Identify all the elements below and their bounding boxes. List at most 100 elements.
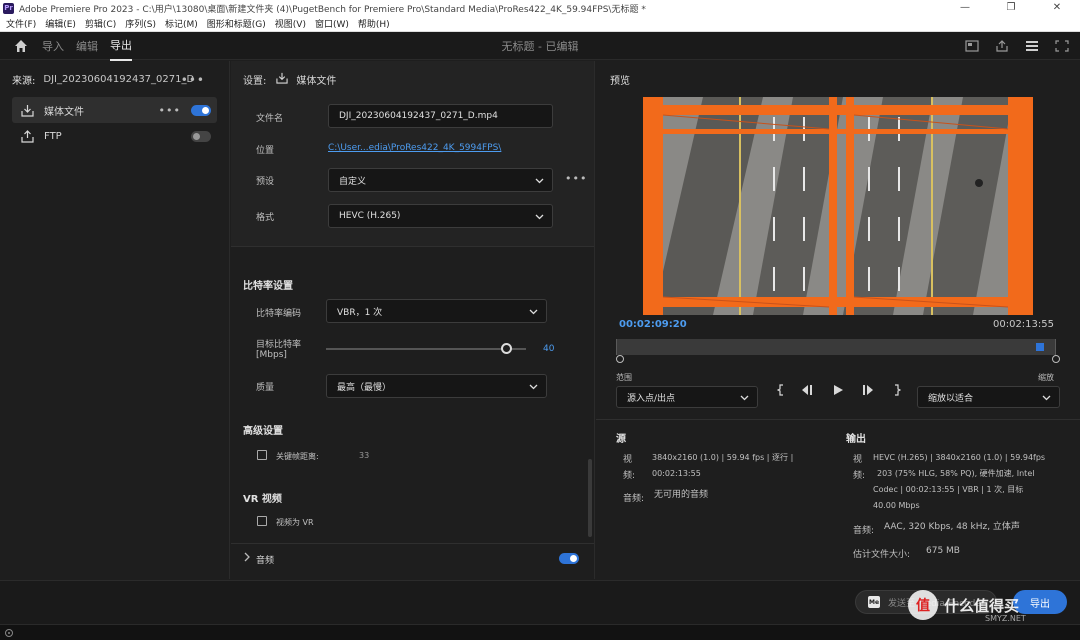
output-video-line-1: HEVC (H.265) | 3840x2160 (1.0) | 59.94fp… [873, 453, 1046, 462]
share-icon[interactable] [994, 38, 1010, 54]
dest-item-label: 媒体文件 [44, 106, 84, 118]
settings-basic-section: 设置: 媒体文件 文件名 DJI_20230604192437_0271_D.m… [231, 61, 594, 247]
out-point-handle[interactable] [1052, 355, 1060, 363]
minimize-button[interactable]: — [942, 0, 988, 16]
source-video-line-1: 3840x2160 (1.0) | 59.94 fps | 逐行 | [652, 453, 794, 462]
output-audio-value: AAC, 320 Kbps, 48 kHz, 立体声 [884, 522, 1020, 532]
destinations-panel: 来源: DJI_20230604192437_0271_D ••• 媒体文件 •… [0, 61, 230, 579]
audio-section-row[interactable]: 音频 [231, 543, 594, 573]
menu-clip[interactable]: 剪辑(C) [85, 17, 116, 30]
close-button[interactable]: ✕ [1034, 0, 1080, 16]
workspaces-icon[interactable] [1024, 38, 1040, 54]
menu-graphics[interactable]: 图形和标题(G) [207, 17, 266, 30]
tab-import[interactable]: 导入 [42, 32, 64, 60]
quick-export-icon[interactable] [964, 38, 980, 54]
step-back-icon[interactable] [800, 382, 816, 398]
current-timecode[interactable]: 00:02:09:20 [619, 319, 687, 330]
media-encoder-icon: Me [868, 596, 880, 608]
menu-file[interactable]: 文件(F) [6, 17, 36, 30]
home-icon[interactable] [14, 39, 28, 53]
keyframe-distance-checkbox[interactable] [257, 450, 267, 460]
format-label: 格式 [256, 213, 275, 223]
step-forward-icon[interactable] [859, 382, 875, 398]
bridge-aerial-image [643, 97, 1033, 315]
menu-window[interactable]: 窗口(W) [315, 17, 349, 30]
video-as-vr-checkbox[interactable] [257, 516, 267, 526]
format-select[interactable]: HEVC (H.265) [328, 204, 553, 228]
playhead[interactable] [1036, 343, 1044, 351]
filename-field[interactable]: DJI_20230604192437_0271_D.mp4 [328, 104, 553, 128]
audio-toggle[interactable] [559, 553, 579, 564]
menu-markers[interactable]: 标记(M) [165, 17, 198, 30]
toggle-knob [202, 106, 209, 114]
chevron-down-icon [740, 393, 749, 405]
settings-scrollbar[interactable] [588, 459, 592, 537]
bitrate-encoding-select[interactable]: VBR，1 次 [326, 299, 547, 323]
source-file: DJI_20230604192437_0271_D [43, 73, 195, 85]
download-icon [276, 72, 289, 87]
audio-section-label: 音频 [256, 556, 275, 566]
preset-value: 自定义 [339, 176, 367, 187]
dest-more-button[interactable]: ••• [159, 104, 181, 117]
location-label: 位置 [256, 146, 275, 156]
range-select[interactable]: 源入点/出点 [616, 386, 758, 408]
output-audio-key: 音频: [853, 526, 875, 536]
ftp-toggle[interactable] [191, 130, 211, 142]
fullscreen-icon[interactable] [1054, 38, 1070, 54]
location-link[interactable]: C:\User...edia\ProRes422_4K_5994FPS\ [328, 143, 501, 153]
keyframe-distance-value[interactable]: 33 [359, 451, 369, 460]
quality-value: 最高（最慢） [337, 382, 392, 393]
preview-video [643, 97, 1033, 315]
play-icon[interactable] [830, 382, 846, 398]
mark-in-icon[interactable] [773, 382, 789, 398]
menu-help[interactable]: 帮助(H) [358, 17, 390, 30]
header-actions [964, 38, 1070, 54]
output-summary-title: 输出 [846, 434, 866, 445]
source-audio-key: 音频: [623, 494, 645, 504]
target-bitrate-slider[interactable] [326, 348, 526, 350]
title-bar: Pr Adobe Premiere Pro 2023 - C:\用户\13080… [0, 0, 1080, 16]
window-title: Adobe Premiere Pro 2023 - C:\用户\13080\桌面… [19, 4, 646, 15]
bitrate-encoding-label: 比特率编码 [256, 309, 302, 319]
media-file-toggle[interactable] [191, 104, 211, 116]
download-icon [20, 103, 34, 117]
quality-select[interactable]: 最高（最慢） [326, 374, 547, 398]
chevron-down-icon [1042, 393, 1051, 405]
dest-item-media-file[interactable]: 媒体文件 ••• [12, 97, 217, 123]
target-bitrate-unit: [Mbps] [256, 350, 287, 360]
settings-header: 设置: 媒体文件 [243, 72, 336, 87]
mark-out-icon[interactable] [889, 382, 905, 398]
chevron-down-icon [529, 382, 538, 394]
keyframe-distance-label: 关键帧距离: [276, 452, 319, 461]
target-bitrate-slider-handle[interactable] [501, 343, 512, 354]
filename-label: 文件名 [256, 114, 284, 124]
tab-edit[interactable]: 编辑 [76, 32, 98, 60]
dest-item-label: FTP [44, 130, 62, 142]
preset-more-button[interactable]: ••• [565, 172, 587, 185]
menu-bar: 文件(F) 编辑(E) 剪辑(C) 序列(S) 标记(M) 图形和标题(G) 视… [0, 16, 1080, 32]
menu-view[interactable]: 视图(V) [275, 17, 306, 30]
export-button[interactable]: 导出 [1013, 590, 1067, 614]
in-point-handle[interactable] [616, 355, 624, 363]
menu-sequence[interactable]: 序列(S) [125, 17, 156, 30]
source-video-line-2: 00:02:13:55 [652, 469, 701, 478]
maximize-button[interactable]: ❐ [988, 0, 1034, 16]
preview-title: 预览 [610, 76, 630, 87]
duration-timecode: 00:02:13:55 [992, 319, 1054, 330]
zoom-label: 缩放 [1038, 373, 1054, 382]
chevron-down-icon [535, 212, 544, 224]
dest-item-ftp[interactable]: FTP [12, 123, 217, 149]
output-video-line-2: 203 (75% HLG, 58% PQ), 硬件加速, Intel [877, 469, 1035, 478]
output-video-line-3: Codec | 00:02:13:55 | VBR | 1 次, 目标 [873, 485, 1024, 494]
preview-timeline[interactable] [616, 339, 1056, 355]
bitrate-section-title: 比特率设置 [243, 281, 293, 292]
tab-export[interactable]: 导出 [110, 31, 132, 61]
window-controls: — ❐ ✕ [942, 0, 1080, 16]
filename-value: DJI_20230604192437_0271_D.mp4 [339, 111, 498, 121]
target-bitrate-value[interactable]: 40 [543, 344, 554, 354]
zoom-select[interactable]: 缩放以适合 [917, 386, 1060, 408]
source-more-button[interactable]: ••• [181, 73, 205, 87]
menu-edit[interactable]: 编辑(E) [45, 17, 76, 30]
bitrate-encoding-value: VBR，1 次 [337, 307, 383, 318]
preset-select[interactable]: 自定义 [328, 168, 553, 192]
